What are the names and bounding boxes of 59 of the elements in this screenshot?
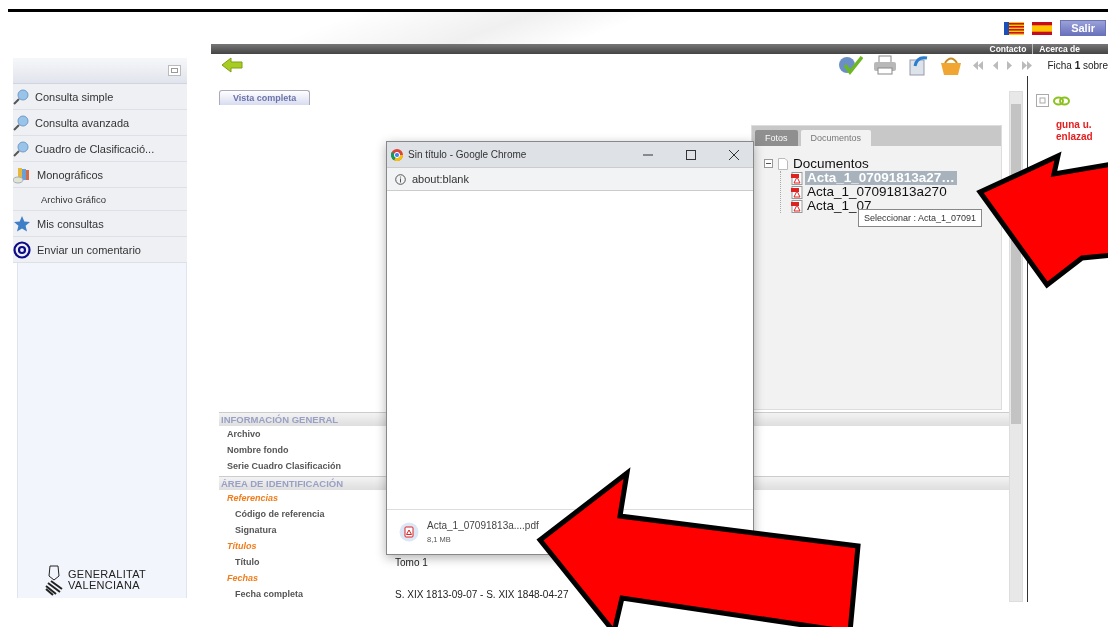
tree-item[interactable]: Acta_1_07091813a270 <box>805 185 949 199</box>
folder-page-icon <box>778 157 788 170</box>
sidebar-item[interactable]: Cuadro de Clasificació... <box>13 136 187 162</box>
header-link[interactable]: Contacto <box>989 44 1027 54</box>
sidebar-item[interactable]: Monográficos <box>13 162 187 188</box>
browser-logo-icon <box>391 148 403 161</box>
document-icon[interactable] <box>1036 94 1049 107</box>
field-value: Tomo 1 <box>395 556 428 568</box>
star-icon <box>13 214 31 233</box>
pdf-file-icon <box>791 199 803 213</box>
back-arrow-icon[interactable] <box>221 57 243 73</box>
field-label: Título <box>234 557 261 567</box>
magnifier-icon <box>13 114 29 131</box>
sidebar-item[interactable]: Enviar un comentario <box>13 237 187 263</box>
printer-icon[interactable] <box>873 55 898 75</box>
sidebar-item[interactable]: Consulta simple <box>13 84 187 110</box>
flag-icon[interactable] <box>1032 21 1053 35</box>
magnifier-icon <box>13 140 29 157</box>
field-label: Nombre fondo <box>226 445 290 455</box>
pdf-file-icon <box>791 171 803 185</box>
logo-text: VALENCIANA <box>68 580 141 591</box>
info-icon[interactable] <box>395 173 406 185</box>
books-icon <box>13 165 31 184</box>
tooltip: Seleccionar : Acta_1_07091 <box>858 209 983 227</box>
magnifier-icon <box>13 88 29 105</box>
subsection-label: Títulos <box>226 541 258 551</box>
coat-of-arms-drawing <box>44 564 64 596</box>
field-value: S. XIX 1813-09-07 - S. XIX 1848-04-27 <box>395 588 569 600</box>
field-label: Signatura <box>234 525 278 535</box>
sidebar-item[interactable]: Archivo Gráfico <box>13 188 187 211</box>
record-pager: Ficha 1 sobre <box>1047 59 1108 71</box>
subsection-label: Referencias <box>226 493 280 503</box>
logo-text: GENERALITAT <box>68 569 147 580</box>
field-label: Fecha completa <box>234 589 305 599</box>
pdf-file-icon <box>791 185 803 199</box>
header-link[interactable]: Acerca de <box>1032 44 1080 54</box>
panel-tab[interactable]: Documentos <box>800 130 872 146</box>
flag-icon[interactable] <box>1004 21 1025 35</box>
pdf-download-icon <box>399 522 419 542</box>
window-title: Sin título - Google Chrome <box>408 149 528 160</box>
tree-root-label[interactable]: Documentos <box>793 156 869 171</box>
url-text[interactable]: about:blank <box>412 173 469 185</box>
sidebar-item[interactable]: Consulta avanzada <box>13 110 187 136</box>
subsection-label: Fechas <box>226 573 260 583</box>
collapse-toggle-icon[interactable] <box>764 159 773 168</box>
warning-message: guna u. enlazad <box>1056 119 1094 143</box>
field-label: Archivo <box>226 429 262 439</box>
close-icon <box>729 149 739 160</box>
globe-check-icon[interactable] <box>837 55 864 75</box>
view-tab[interactable]: Vista completa <box>219 90 311 105</box>
field-label: Serie Cuadro Clasificación <box>226 461 343 471</box>
export-document-icon[interactable] <box>907 54 930 76</box>
collapse-button[interactable] <box>168 65 181 76</box>
link-icon[interactable] <box>1053 95 1070 106</box>
maximize-icon <box>686 149 696 160</box>
download-filename: Acta_1_07091813a....pdf <box>427 520 539 531</box>
window-icon <box>171 68 178 73</box>
sidebar-item[interactable]: Mis consultas <box>13 211 187 237</box>
field-label: Código de referencia <box>234 509 326 519</box>
